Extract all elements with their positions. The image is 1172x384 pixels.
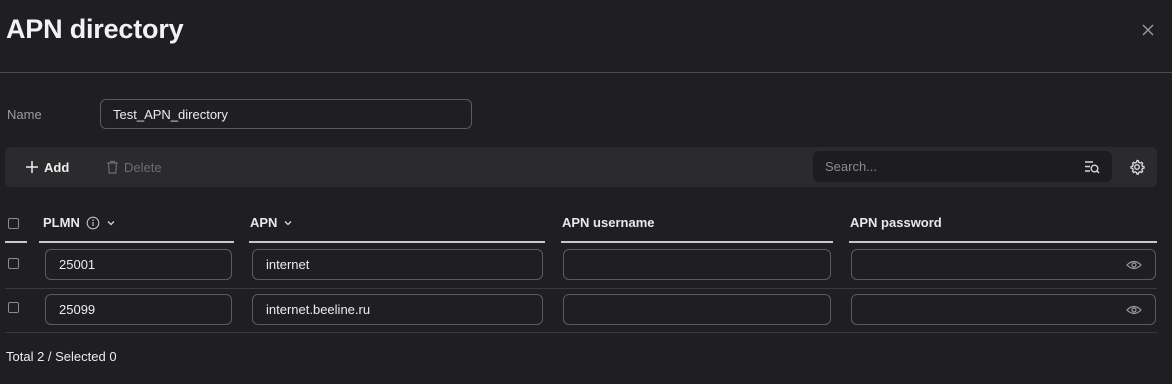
name-input[interactable]: [100, 99, 472, 129]
toolbar: Add Delete: [5, 147, 1157, 187]
column-header-plmn-label: PLMN: [43, 215, 80, 230]
column-header-apn-username-label: APN username: [562, 215, 655, 230]
close-button[interactable]: [1138, 20, 1158, 40]
apn-input[interactable]: [252, 249, 543, 280]
apn-password-input[interactable]: [851, 294, 1156, 325]
search-box: [813, 151, 1112, 182]
trash-icon: [107, 160, 118, 174]
add-button[interactable]: Add: [25, 147, 69, 187]
row-divider: [5, 332, 1157, 333]
row-divider: [5, 288, 1157, 289]
header-divider: [0, 72, 1172, 73]
search-filter-icon[interactable]: [1083, 158, 1101, 176]
name-label: Name: [7, 107, 42, 122]
delete-button[interactable]: Delete: [106, 147, 162, 187]
apn-input[interactable]: [252, 294, 543, 325]
column-header-apn-label: APN: [250, 215, 278, 230]
apn-password-input[interactable]: [851, 249, 1156, 280]
add-label: Add: [44, 159, 70, 175]
row-checkbox[interactable]: [8, 302, 19, 313]
apn-username-input[interactable]: [563, 294, 831, 325]
close-icon: [1142, 24, 1154, 36]
plmn-input[interactable]: [45, 249, 232, 280]
column-header-plmn[interactable]: PLMN: [39, 205, 234, 243]
settings-gear-icon[interactable]: [1127, 157, 1147, 177]
info-icon[interactable]: [86, 216, 100, 230]
checkbox-column-header: [5, 205, 27, 243]
table-summary: Total 2 / Selected 0: [6, 349, 117, 364]
plus-icon: [26, 161, 38, 173]
plmn-input[interactable]: [45, 294, 232, 325]
column-header-apn[interactable]: APN: [249, 205, 545, 243]
delete-label: Delete: [124, 159, 162, 175]
apn-username-input[interactable]: [563, 249, 831, 280]
dialog-title: APN directory: [6, 14, 184, 44]
chevron-down-icon[interactable]: [283, 218, 293, 228]
column-header-apn-password: APN password: [849, 205, 1157, 243]
row-checkbox[interactable]: [8, 258, 19, 269]
column-header-apn-password-label: APN password: [850, 215, 942, 230]
show-password-eye-icon[interactable]: [1126, 259, 1142, 271]
column-header-apn-username: APN username: [561, 205, 833, 243]
search-input[interactable]: [813, 151, 1073, 182]
show-password-eye-icon[interactable]: [1126, 304, 1142, 316]
chevron-down-icon[interactable]: [106, 218, 116, 228]
